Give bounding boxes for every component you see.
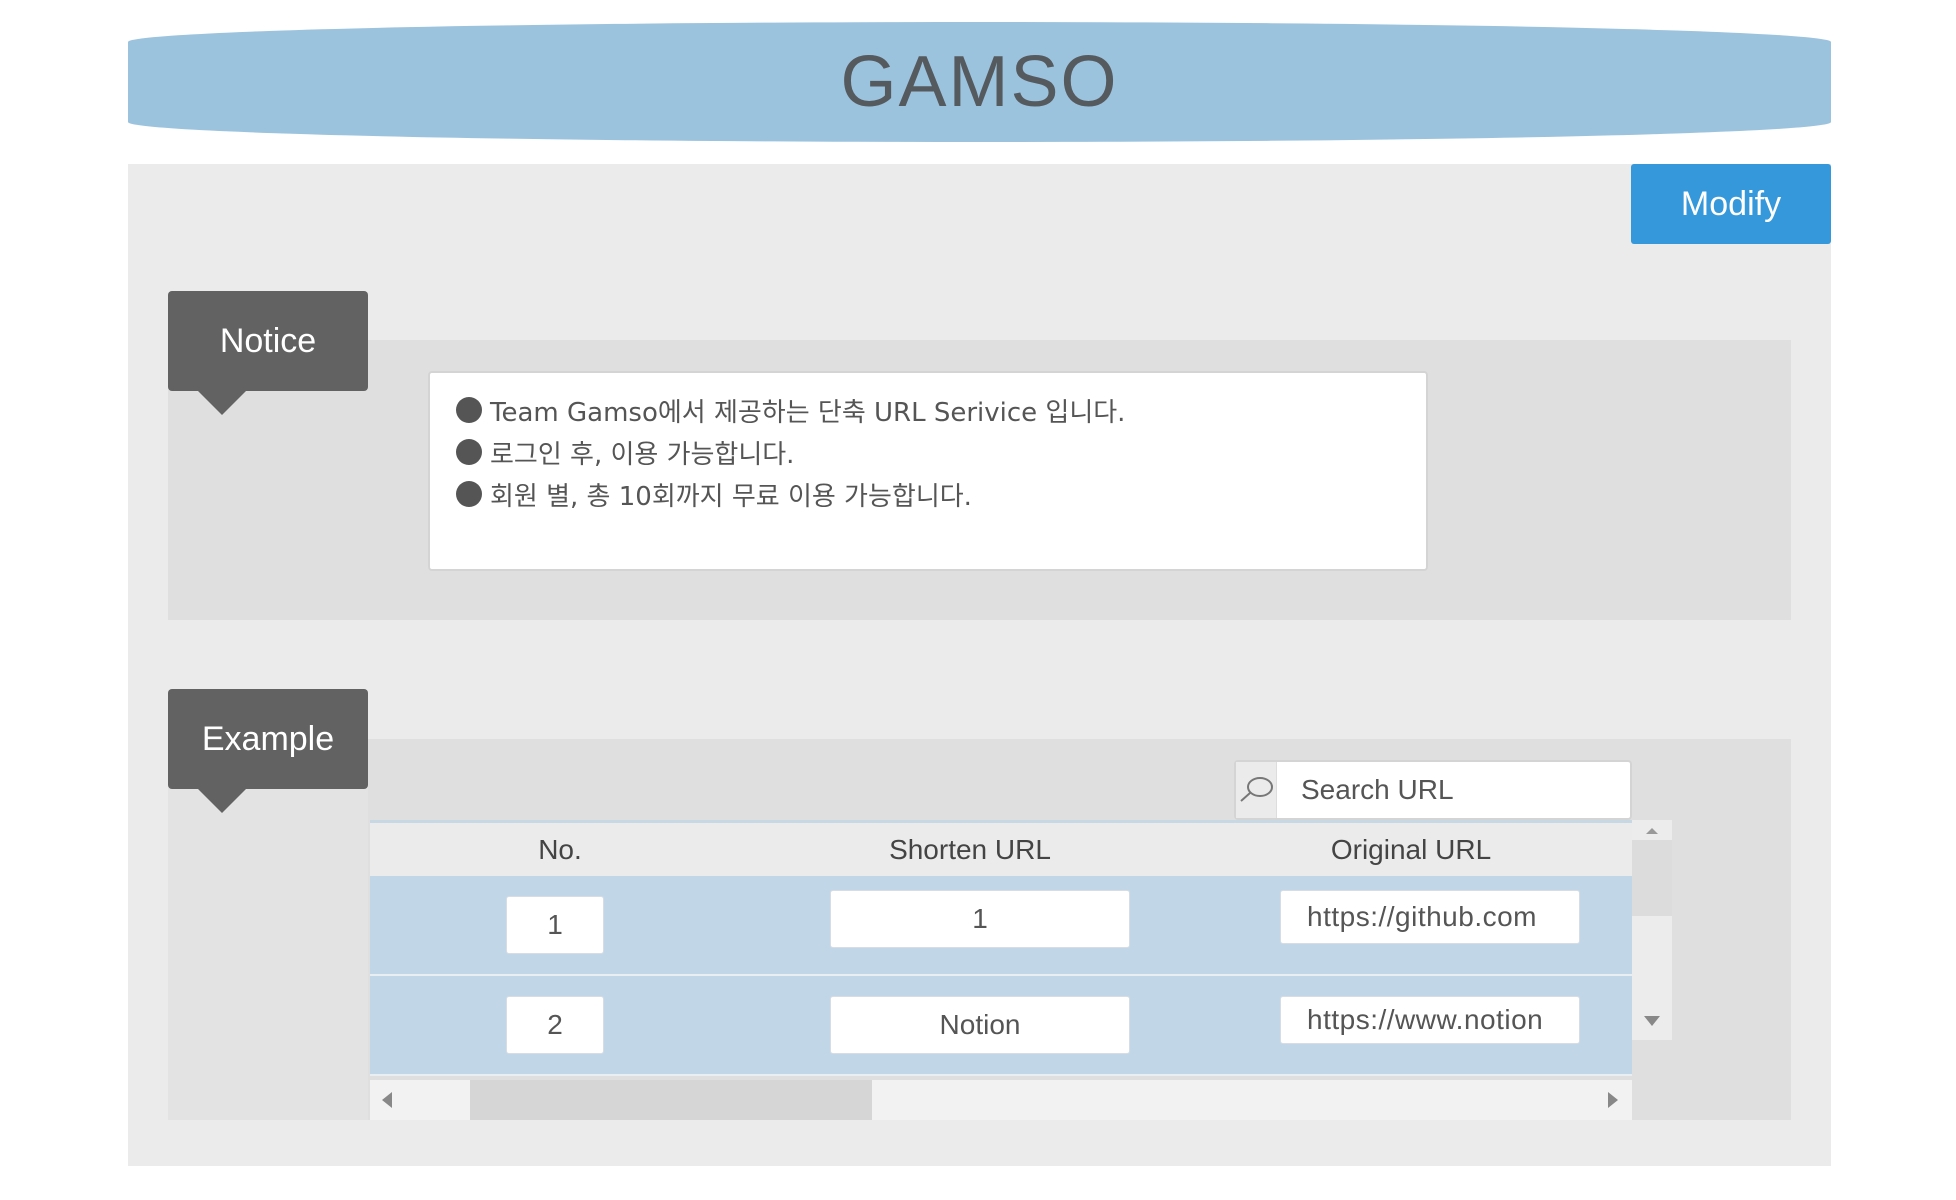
search-box — [1234, 760, 1662, 820]
scroll-up-icon[interactable] — [1646, 828, 1658, 834]
scroll-right-icon[interactable] — [1608, 1092, 1618, 1108]
row-number: 2 — [506, 996, 604, 1054]
notice-box: Team Gamso에서 제공하는 단축 URL Serivice 입니다. 로… — [428, 371, 1428, 571]
row-number: 1 — [506, 896, 604, 954]
shorten-url-field[interactable]: 1 — [830, 890, 1130, 948]
notice-tag: Notice — [168, 291, 368, 415]
notice-text: 회원 별, 총 10회까지 무료 이용 가능합니다. — [490, 481, 972, 512]
shorten-url-field[interactable]: Notion — [830, 996, 1130, 1054]
notice-line: 로그인 후, 이용 가능합니다. — [456, 431, 1400, 473]
vertical-scrollbar[interactable] — [1632, 820, 1672, 1040]
main-panel: Modify Notice Team Gamso에서 제공하는 단축 URL S… — [128, 164, 1831, 1166]
notice-text: 로그인 후, 이용 가능합니다. — [490, 439, 795, 470]
search-icon[interactable] — [1236, 762, 1277, 818]
column-header-shorten-url[interactable]: Shorten URL — [750, 834, 1190, 866]
scroll-down-icon[interactable] — [1644, 1016, 1660, 1026]
table-row[interactable]: 2 Notion https://www.notion — [370, 976, 1632, 1076]
modify-button[interactable]: Modify — [1631, 164, 1831, 244]
original-url-field[interactable]: https://github.com — [1280, 890, 1580, 944]
horizontal-scroll-thumb[interactable] — [470, 1080, 872, 1120]
bullet-icon — [456, 481, 482, 507]
bullet-icon — [456, 439, 482, 465]
bullet-icon — [456, 397, 482, 423]
search-input[interactable] — [1277, 762, 1662, 818]
example-tag: Example — [168, 689, 368, 813]
original-url-field[interactable]: https://www.notion — [1280, 996, 1580, 1044]
scroll-left-icon[interactable] — [382, 1092, 392, 1108]
notice-text: Team Gamso에서 제공하는 단축 URL Serivice 입니다. — [490, 397, 1126, 428]
notice-line: Team Gamso에서 제공하는 단축 URL Serivice 입니다. — [456, 389, 1400, 431]
table-header: No. Shorten URL Original URL — [370, 820, 1632, 876]
url-table: No. Shorten URL Original URL 1 1 https:/… — [370, 820, 1632, 1084]
horizontal-scrollbar[interactable] — [370, 1080, 1632, 1120]
vertical-scroll-thumb[interactable] — [1632, 840, 1672, 916]
column-header-original-url[interactable]: Original URL — [1190, 834, 1632, 866]
header-banner: GAMSO — [128, 22, 1831, 142]
app-title: GAMSO — [840, 42, 1119, 122]
column-header-no[interactable]: No. — [370, 834, 750, 866]
table-row[interactable]: 1 1 https://github.com — [370, 876, 1632, 976]
notice-line: 회원 별, 총 10회까지 무료 이용 가능합니다. — [456, 473, 1400, 515]
